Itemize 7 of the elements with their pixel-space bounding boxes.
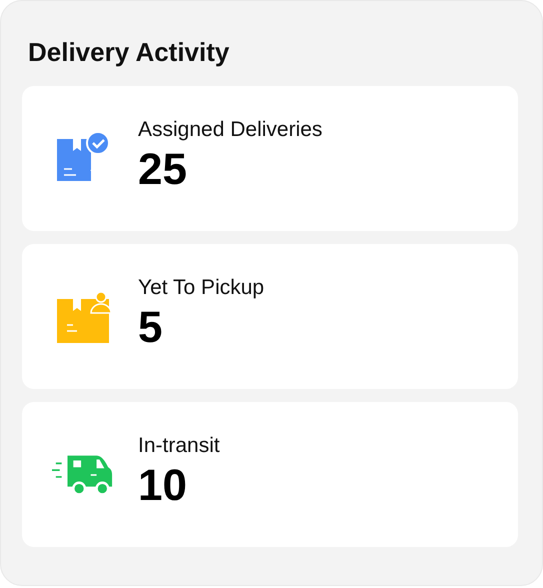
stat-value: 25	[138, 148, 188, 192]
stat-label: Yet To Pickup	[138, 276, 264, 300]
stat-label: In-transit	[138, 434, 220, 458]
stat-value: 10	[138, 464, 188, 508]
panel-title: Delivery Activity	[28, 37, 230, 68]
stat-value: 5	[138, 306, 164, 350]
stat-label: Assigned Deliveries	[138, 118, 322, 142]
